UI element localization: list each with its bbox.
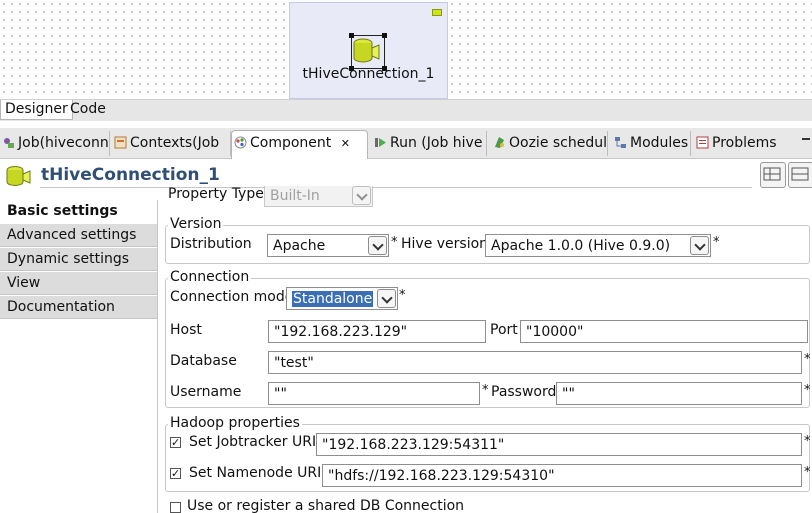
connection-mode-label: Connection mode — [170, 289, 294, 305]
minimize-icon[interactable] — [802, 138, 810, 140]
hive-connection-icon — [5, 165, 33, 187]
required-mark: * — [399, 288, 406, 303]
tab-run[interactable]: Run (Job hive — [372, 131, 487, 156]
shared-db-label: Use or register a shared DB Connection — [187, 498, 465, 513]
property-type-label: Property Type — [168, 186, 264, 202]
nav-advanced-settings[interactable]: Advanced settings — [0, 224, 157, 247]
tab-run-label: Run (Job hive — [390, 135, 483, 151]
tab-problems[interactable]: Problems — [694, 131, 780, 156]
distribution-label: Distribution — [170, 236, 252, 252]
tab-code[interactable]: Code — [66, 100, 110, 119]
problems-icon — [696, 133, 709, 149]
chevron-down-icon[interactable] — [368, 236, 387, 255]
tab-designer[interactable]: Designer — [0, 100, 73, 120]
hive-version-value: Apache 1.0.0 (Hive 0.9.0) — [491, 238, 671, 254]
tab-job[interactable]: Job(hiveconn — [0, 131, 110, 156]
database-label: Database — [170, 353, 237, 369]
tab-oozie[interactable]: Oozie schedul — [491, 131, 608, 156]
hive-connection-icon[interactable] — [349, 33, 387, 71]
modules-icon — [614, 133, 627, 148]
username-label: Username — [170, 384, 242, 400]
nav-basic-settings[interactable]: Basic settings — [0, 200, 157, 223]
chevron-down-icon[interactable] — [690, 236, 709, 255]
layout-rows-button[interactable] — [788, 162, 812, 188]
connection-mode-value: Standalone — [292, 291, 374, 307]
tab-job-label: Job(hiveconn — [18, 135, 109, 151]
component-title: tHiveConnection_1 — [41, 165, 220, 185]
nav-dynamic-settings[interactable]: Dynamic settings — [0, 248, 157, 271]
property-type-value: Built-In — [270, 188, 320, 204]
hive-version-label: Hive version — [401, 236, 489, 252]
component-node-label: tHiveConnection_1 — [302, 66, 435, 82]
settings-nav: Basic settings Advanced settings Dynamic… — [0, 200, 158, 513]
shared-db-checkbox[interactable] — [170, 502, 181, 513]
hive-version-select[interactable]: Apache 1.0.0 (Hive 0.9.0) — [485, 234, 711, 257]
host-label: Host — [170, 322, 202, 338]
designer-code-tabs: Designer Code — [0, 99, 812, 121]
node-status-marker — [432, 9, 442, 16]
required-mark: * — [482, 383, 489, 398]
required-mark: * — [804, 465, 811, 480]
database-input[interactable]: "test" — [268, 351, 802, 374]
distribution-select[interactable]: Apache — [267, 234, 389, 257]
close-icon[interactable]: ✕ — [341, 137, 350, 150]
jobtracker-checkbox[interactable]: ✓ — [170, 437, 181, 448]
component-node[interactable]: tHiveConnection_1 — [289, 2, 448, 99]
property-type-select: Built-In — [264, 186, 373, 207]
required-mark: * — [804, 352, 811, 367]
required-mark: * — [713, 235, 720, 250]
tab-component[interactable]: Component ✕ — [231, 130, 368, 159]
namenode-checkbox[interactable]: ✓ — [170, 468, 181, 479]
chevron-down-icon — [352, 186, 371, 205]
jobtracker-label: Set Jobtracker URI — [189, 434, 317, 450]
layout-grid-button[interactable] — [760, 162, 786, 188]
port-label: Port — [490, 322, 518, 338]
nav-documentation[interactable]: Documentation — [0, 296, 157, 319]
grid-layout-icon — [763, 167, 781, 181]
distribution-value: Apache — [273, 238, 326, 254]
password-label: Password — [491, 384, 557, 400]
namenode-label: Set Namenode URI — [189, 465, 322, 481]
oozie-icon — [493, 133, 506, 148]
tab-modules-label: Modules — [630, 135, 689, 151]
tab-problems-label: Problems — [712, 135, 777, 151]
jobtracker-input[interactable]: "192.168.223.129:54311" — [316, 433, 802, 456]
tab-modules[interactable]: Modules — [612, 131, 691, 156]
views-tab-bar: Job(hiveconn Contexts(Job Component ✕ Ru… — [0, 128, 812, 159]
required-mark: * — [804, 434, 811, 449]
connection-legend: Connection — [168, 269, 252, 285]
required-mark: * — [804, 383, 811, 398]
version-legend: Version — [168, 216, 224, 232]
tab-contexts[interactable]: Contexts(Job — [112, 131, 231, 156]
tab-oozie-label: Oozie schedul — [509, 135, 608, 151]
chevron-down-icon[interactable] — [377, 289, 396, 308]
component-icon — [234, 133, 247, 149]
connection-mode-select[interactable]: Standalone — [286, 287, 398, 310]
tab-component-label: Component — [250, 135, 332, 151]
tab-contexts-label: Contexts(Job — [130, 135, 220, 151]
nav-view[interactable]: View — [0, 272, 157, 295]
run-icon — [374, 133, 387, 147]
namenode-input[interactable]: "hdfs://192.168.223.129:54310" — [322, 464, 802, 487]
designer-canvas[interactable]: tHiveConnection_1 — [0, 0, 812, 99]
basic-settings-form: Property Type Built-In Version Distribut… — [160, 186, 812, 513]
host-input[interactable]: "192.168.223.129" — [268, 320, 486, 343]
required-mark: * — [391, 235, 398, 250]
job-icon — [2, 133, 15, 148]
password-input[interactable]: "" — [556, 382, 802, 405]
hadoop-properties-legend: Hadoop properties — [168, 415, 302, 431]
contexts-icon — [114, 133, 127, 149]
username-input[interactable]: "" — [268, 382, 480, 405]
port-input[interactable]: "10000" — [520, 320, 808, 343]
rows-layout-icon — [791, 167, 809, 181]
